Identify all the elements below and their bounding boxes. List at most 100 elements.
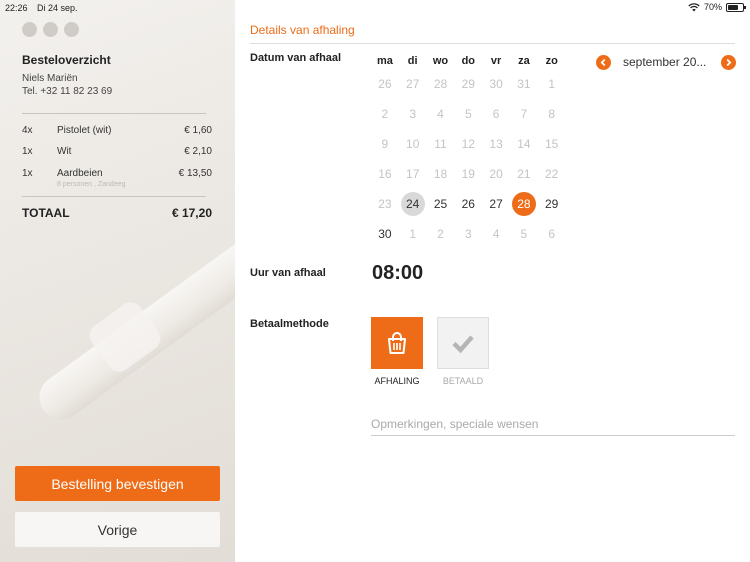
calendar-day: 4 [427,99,455,129]
weekday-label: wo [432,55,449,67]
calendar-day-number: 29 [461,77,475,91]
order-item-quantity: 1x [22,146,33,157]
calendar-week-row: 26 27 28 29 30 31 1 [371,69,566,99]
progress-dots [22,22,79,37]
calendar-day[interactable]: 27 [482,189,510,219]
calendar-day-number: 5 [464,107,472,121]
status-right: 70% [688,2,746,12]
battery-percentage: 70% [703,2,722,12]
payment-option-label: AFHALING [374,376,420,386]
order-item-price: € 2,10 [184,146,212,157]
calendar-day-number: 3 [464,227,472,241]
calendar-day: 31 [510,69,538,99]
calendar-day: 2 [427,219,455,249]
calendar-day-number: 28 [511,192,536,216]
calendar-day: 20 [482,159,510,189]
weekday-label: vr [490,55,502,67]
calendar-day-number: 17 [406,167,420,181]
order-overview-panel: Besteloverzicht Niels Mariën Tel. +32 11… [0,0,235,562]
calendar-day: 5 [510,219,538,249]
progress-dot [22,22,37,37]
calendar-day[interactable]: 25 [427,189,455,219]
total-value: € 17,20 [171,206,212,220]
calendar-weekdays: ma di wo do vr za zo [371,53,566,69]
calendar-day: 18 [427,159,455,189]
weekday-label: ma [376,55,393,67]
weekday-label: do [461,55,476,67]
calendar-day: 3 [454,219,482,249]
calendar-day: 11 [427,129,455,159]
calendar-day-number: 13 [489,137,503,151]
calendar-day-selected[interactable]: 28 [510,189,538,219]
status-date: Di 24 sep. [37,3,78,13]
confirm-order-button[interactable]: Bestelling bevestigen [15,466,220,501]
previous-month-button[interactable] [596,55,611,70]
calendar-day-number: 21 [517,167,531,181]
chevron-left-icon [600,58,606,67]
calendar-day: 28 [427,69,455,99]
payment-option-afhaling[interactable] [371,317,423,369]
calendar: ma di wo do vr za zo 26 27 28 29 30 31 1 2 3 4 5 6 7 8 9 10 11… [371,53,566,249]
calendar-day: 22 [538,159,566,189]
calendar-day-number: 30 [489,77,503,91]
calendar-day-number: 2 [381,107,389,121]
calendar-week-row: 2 3 4 5 6 7 8 [371,99,566,129]
calendar-day-number: 27 [489,197,503,211]
order-item-product: Pistolet (wit) [57,125,112,136]
calendar-day-number: 5 [520,227,528,241]
calendar-day[interactable]: 24 [399,189,427,219]
calendar-day-number: 28 [433,77,448,91]
total-label: TOTAAL [22,206,70,220]
month-label: september 20... [623,55,707,69]
calendar-day: 8 [538,99,566,129]
previous-button[interactable]: Vorige [15,512,220,547]
status-bar: 22:26 Di 24 sep. 70% [0,0,750,16]
payment-option-label: BETAALD [442,376,484,386]
order-item-price: € 1,60 [184,125,212,136]
shopping-bag-icon [388,332,406,354]
checkmark-icon [452,335,474,354]
calendar-day: 29 [454,69,482,99]
calendar-day: 7 [510,99,538,129]
calendar-day: 6 [482,99,510,129]
calendar-day-number: 6 [548,227,556,241]
remarks-input[interactable] [371,412,735,436]
pickup-time-label: Uur van afhaal [250,267,326,279]
calendar-day-number: 27 [406,77,420,91]
calendar-day[interactable]: 26 [454,189,482,219]
chevron-right-icon [726,58,732,67]
calendar-week-row: 23 24 25 26 27 28 29 [371,189,566,219]
calendar-day[interactable]: 30 [371,219,399,249]
order-item-quantity: 4x [22,125,33,136]
calendar-week-row: 16 17 18 19 20 21 22 [371,159,566,189]
order-item-price: € 13,50 [178,168,212,179]
calendar-day-number: 15 [545,137,559,151]
calendar-day: 6 [538,219,566,249]
calendar-day-number: 26 [461,197,475,211]
calendar-day-number: 23 [378,197,392,211]
weekday-label: di [407,55,418,67]
payment-option-betaald[interactable] [437,317,489,369]
next-month-button[interactable] [721,55,736,70]
calendar-day: 2 [371,99,399,129]
calendar-day-number: 24 [400,192,425,216]
calendar-day[interactable]: 29 [538,189,566,219]
calendar-day-number: 29 [545,197,559,211]
calendar-day-number: 4 [437,107,444,121]
calendar-week-row: 30 1 2 3 4 5 6 [371,219,566,249]
calendar-day: 4 [482,219,510,249]
calendar-day: 23 [371,189,399,219]
weekday-label: za [518,55,530,67]
calendar-day: 9 [371,129,399,159]
calendar-day-number: 16 [378,167,392,181]
calendar-day: 17 [399,159,427,189]
overview-title: Besteloverzicht [22,53,111,67]
pickup-time-value[interactable]: 08:00 [372,262,423,285]
calendar-day-number: 8 [548,107,556,121]
order-item-product: Wit [57,146,72,157]
divider [22,113,206,114]
calendar-day: 16 [371,159,399,189]
progress-dot [64,22,79,37]
calendar-day: 27 [399,69,427,99]
calendar-day-number: 9 [381,137,389,151]
